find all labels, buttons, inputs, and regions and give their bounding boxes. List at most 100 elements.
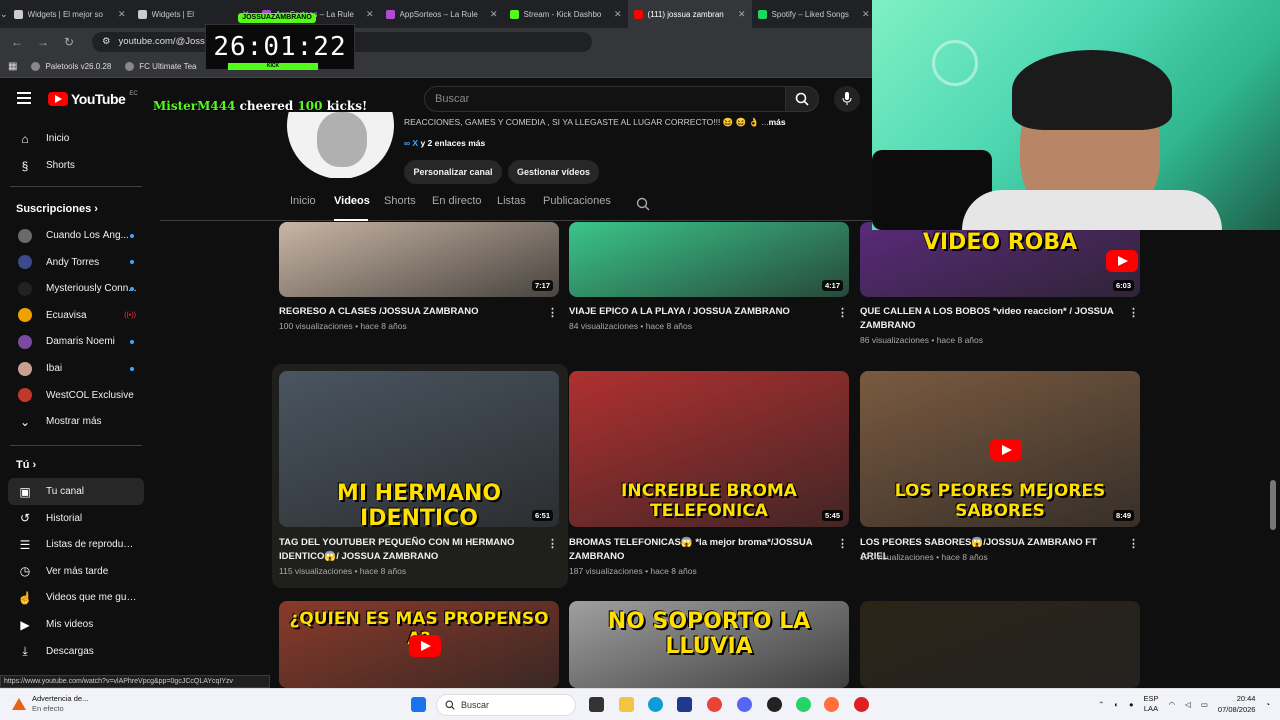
video-thumbnail[interactable]: MI HERMANO IDENTICO 6:51 <box>279 371 559 527</box>
site-info-icon[interactable]: ⚙ <box>102 36 111 47</box>
clock[interactable]: 20:44 07/08/2026 <box>1218 693 1256 715</box>
channel-description[interactable]: REACCIONES, GAMES Y COMEDIA , SI YA LLEG… <box>404 117 786 128</box>
search-button[interactable] <box>785 86 819 112</box>
back-icon[interactable]: ← <box>10 35 24 49</box>
tab-close-icon[interactable]: ✕ <box>118 9 126 20</box>
youtube-logo[interactable]: YouTube EC <box>48 91 138 107</box>
wifi-icon[interactable]: ◠ <box>1169 700 1176 709</box>
more-options-icon[interactable]: ⋮ <box>837 537 848 550</box>
sidebar-subscription[interactable]: Ecuavisa ((•)) <box>8 302 144 329</box>
video-thumbnail[interactable]: LOS PEORES MEJORES SABORES 8:49 <box>860 371 1140 527</box>
more-options-icon[interactable]: ⋮ <box>1128 306 1139 319</box>
channel-tab[interactable]: En directo <box>432 195 482 207</box>
sidebar-item-you-4[interactable]: ☝ Videos que me gus... <box>8 584 144 611</box>
more-options-icon[interactable]: ⋮ <box>1128 537 1139 550</box>
obs-icon[interactable] <box>767 697 782 712</box>
browser-tab[interactable]: (111) jossua zambran ✕ <box>627 0 752 28</box>
sidebar-item-shorts[interactable]: § Shorts <box>8 152 144 179</box>
edge-icon[interactable] <box>648 697 663 712</box>
warning-widget[interactable]: Advertencia de... En efecto <box>12 694 88 714</box>
video-thumbnail[interactable]: 7:17 <box>279 222 559 297</box>
language-indicator[interactable]: ESP LAA <box>1143 694 1158 714</box>
video-thumbnail[interactable]: ¿QUIEN ES MAS PROPENSO A? <box>279 601 559 688</box>
show-more-button[interactable]: ⌄ Mostrar más <box>8 408 144 435</box>
subscription-label: Ibai <box>46 363 63 374</box>
video-thumbnail[interactable] <box>860 601 1140 688</box>
channel-tab[interactable]: Inicio <box>290 195 316 207</box>
chrome-icon[interactable] <box>707 697 722 712</box>
firefox-icon[interactable] <box>824 697 839 712</box>
sidebar-subscription[interactable]: Ibai <box>8 355 144 382</box>
file-explorer-icon[interactable] <box>619 697 634 712</box>
customize-channel-button[interactable]: Personalizar canal <box>404 160 502 184</box>
sidebar-subscription[interactable]: WestCOL Exclusive <box>8 382 144 409</box>
sidebar-item-you-2[interactable]: ☰ Listas de reproducc... <box>8 531 144 558</box>
whatsapp-icon[interactable] <box>796 697 811 712</box>
notification-bell-icon[interactable]: ◔ <box>1265 700 1270 709</box>
sidebar-item-inicio[interactable]: ⌂ Inicio <box>8 125 144 152</box>
manage-videos-button[interactable]: Gestionar vídeos <box>508 160 599 184</box>
video-thumbnail[interactable]: VIDEO ROBA 6:03 <box>860 222 1140 297</box>
browser-tab[interactable]: Stream - Kick Dashbo ✕ <box>504 0 628 28</box>
scrollbar-thumb[interactable] <box>1270 480 1276 530</box>
reload-icon[interactable]: ↻ <box>62 35 76 49</box>
sidebar-subscription[interactable]: Damaris Noemi <box>8 328 144 355</box>
tab-close-icon[interactable]: ✕ <box>862 9 870 20</box>
sidebar-item-you-5[interactable]: ▶ Mis videos <box>8 611 144 638</box>
more-options-icon[interactable]: ⋮ <box>547 537 558 550</box>
opera-icon[interactable] <box>854 697 869 712</box>
video-thumbnail[interactable]: INCREIBLE BROMA TELEFONICA 5:45 <box>569 371 849 527</box>
tab-close-icon[interactable]: ✕ <box>614 9 622 20</box>
video-title[interactable]: REGRESO A CLASES /JOSSUA ZAMBRANO <box>279 305 539 319</box>
search-input[interactable]: Buscar <box>424 86 786 112</box>
sidebar-subscription[interactable]: Cuando Los Áng... <box>8 222 144 249</box>
menu-icon[interactable] <box>17 92 31 104</box>
video-thumbnail[interactable]: NO SOPORTO LA LLUVIA <box>569 601 849 688</box>
tab-search-chevron-icon[interactable]: ⌄ <box>0 9 8 20</box>
windows-start-icon[interactable] <box>411 697 426 712</box>
sidebar-item-you-1[interactable]: ↺ Historial <box>8 505 144 532</box>
bookmark-fc-ultimate[interactable]: FC Ultimate Tea <box>125 61 196 71</box>
tab-close-icon[interactable]: ✕ <box>490 9 498 20</box>
channel-tab[interactable]: Videos <box>334 195 370 207</box>
sidebar-item-you-6[interactable]: ⤓ Descargas <box>8 638 144 665</box>
subscriptions-header[interactable]: Suscripciones › <box>16 203 98 215</box>
channel-tab[interactable]: Publicaciones <box>543 195 611 207</box>
battery-icon[interactable]: ▭ <box>1201 700 1208 709</box>
channel-links[interactable]: ∞ X y 2 enlaces más <box>404 138 485 148</box>
apps-grid-icon[interactable]: ▦ <box>8 61 17 72</box>
more-options-icon[interactable]: ⋮ <box>837 306 848 319</box>
task-view-icon[interactable] <box>589 697 604 712</box>
video-title[interactable]: TAG DEL YOUTUBER PEQUEÑO CON MI HERMANO … <box>279 536 539 564</box>
video-title[interactable]: QUE CALLEN A LOS BOBOS *video reaccion* … <box>860 305 1120 333</box>
you-header[interactable]: Tú › <box>16 459 36 471</box>
channel-search-icon[interactable] <box>636 197 650 211</box>
discord-icon[interactable] <box>737 697 752 712</box>
sidebar-item-you-3[interactable]: ◷ Ver más tarde <box>8 558 144 585</box>
store-icon[interactable] <box>677 697 692 712</box>
browser-tab[interactable]: AppSorteos – La Rule ✕ <box>380 0 504 28</box>
sidebar-subscription[interactable]: Mysteriously Conn... <box>8 275 144 302</box>
bookmark-paletools[interactable]: Paletools v26.0.28 <box>31 61 111 71</box>
channel-tab[interactable]: Listas <box>497 195 526 207</box>
more-link[interactable]: más <box>769 117 786 127</box>
video-title[interactable]: BROMAS TELEFONICAS😱 *la mejor broma*/JOS… <box>569 536 829 564</box>
tray-mic-icon[interactable]: ● <box>1129 700 1134 709</box>
forward-icon[interactable]: → <box>36 35 50 49</box>
sidebar-subscription[interactable]: Andy Torres <box>8 249 144 276</box>
sidebar-item-you-0[interactable]: ▣ Tu canal <box>8 478 144 505</box>
browser-tab[interactable]: Widgets | El mejor so ✕ <box>8 0 132 28</box>
channel-avatar[interactable] <box>287 112 394 178</box>
tray-chevron-icon[interactable]: ⌃ <box>1098 700 1104 709</box>
video-thumbnail[interactable]: 4:17 <box>569 222 849 297</box>
tab-close-icon[interactable]: ✕ <box>366 9 374 20</box>
voice-search-button[interactable] <box>834 86 860 112</box>
more-options-icon[interactable]: ⋮ <box>547 306 558 319</box>
tray-network-icon[interactable]: ◐ <box>1114 700 1119 709</box>
taskbar-search[interactable]: Buscar <box>436 694 576 716</box>
tab-close-icon[interactable]: ✕ <box>738 9 746 20</box>
browser-tab[interactable]: Spotify – Liked Songs ✕ <box>752 0 876 28</box>
channel-tab[interactable]: Shorts <box>384 195 416 207</box>
video-title[interactable]: VIAJE EPICO A LA PLAYA / JOSSUA ZAMBRANO <box>569 305 829 319</box>
volume-icon[interactable]: ◁ <box>1185 700 1191 709</box>
